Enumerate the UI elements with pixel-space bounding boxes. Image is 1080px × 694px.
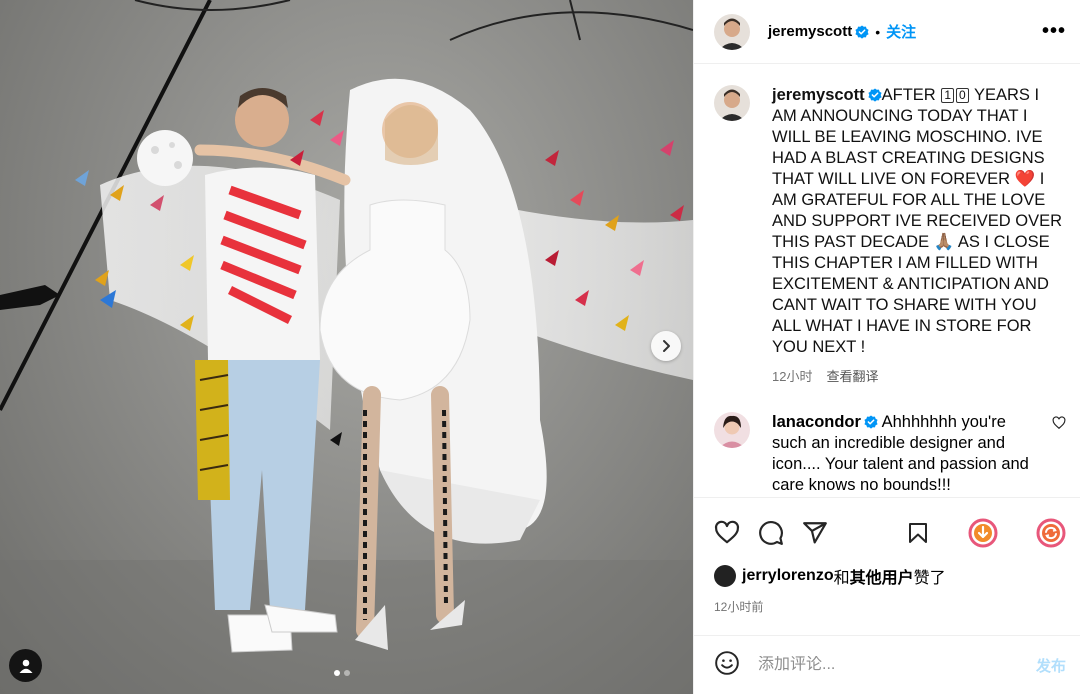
other-likers-link[interactable]: 其他用户 — [850, 564, 914, 588]
carousel-dot-active — [334, 670, 340, 676]
pray-emoji: 🙏🏽 — [933, 233, 955, 251]
likes-suffix: 赞了 — [913, 570, 946, 587]
share-send-icon[interactable] — [802, 520, 828, 546]
post-media[interactable] — [0, 0, 693, 694]
liker-username[interactable]: jerrylorenzo — [742, 567, 834, 585]
emoji-icon[interactable] — [714, 650, 740, 681]
keycap-digit: 1 — [941, 88, 954, 103]
post-photo — [0, 0, 693, 694]
download-extension-icon[interactable] — [968, 518, 998, 548]
comment-body: lanacondor Ahhhhhhh you're such an incre… — [772, 412, 1044, 496]
post-side-panel: jeremyscott • 关注 ••• jeremyscott AFTER 10… — [693, 0, 1080, 694]
comment-item: lanacondor Ahhhhhhh you're such an incre… — [694, 387, 1080, 496]
tagged-users-button[interactable] — [9, 649, 42, 682]
add-comment-bar: 发布 — [694, 635, 1080, 694]
commenter-username[interactable]: lanacondor — [772, 413, 861, 431]
keycap-digit: 0 — [956, 88, 969, 103]
likes-connector: 和 — [833, 570, 850, 587]
commenter-avatar[interactable] — [714, 412, 750, 448]
verified-badge-icon — [855, 24, 869, 39]
user-icon — [19, 659, 32, 673]
post-actions: jerrylorenzo 和其他用户 赞了 12小时前 — [694, 497, 1080, 627]
caption-text-start: AFTER — [881, 86, 941, 104]
caption-body: jeremyscott AFTER 10 YEARS I AM ANNOUNCIN… — [772, 85, 1066, 387]
caption-username[interactable]: jeremyscott — [772, 86, 865, 104]
liker-avatar — [714, 565, 736, 587]
post-comment-button[interactable]: 发布 — [1036, 655, 1066, 676]
header-separator: • — [875, 23, 881, 40]
like-heart-icon[interactable] — [714, 520, 740, 546]
caption-time: 12小时 — [772, 369, 813, 384]
carousel-dot — [344, 670, 350, 676]
comments-list[interactable]: jeremyscott AFTER 10 YEARS I AM ANNOUNCIN… — [694, 65, 1080, 497]
action-icon-row — [694, 498, 1080, 554]
post-caption: jeremyscott AFTER 10 YEARS I AM ANNOUNCIN… — [694, 65, 1080, 387]
save-bookmark-icon[interactable] — [906, 520, 930, 546]
caption-author-avatar[interactable] — [714, 85, 750, 121]
comment-bubble-icon[interactable] — [758, 520, 784, 546]
see-translation-link[interactable]: 查看翻译 — [826, 369, 878, 384]
add-comment-input[interactable] — [758, 656, 1036, 674]
follow-button[interactable]: 关注 — [886, 21, 916, 42]
heart-emoji: ❤️ — [1014, 170, 1036, 188]
caption-text: AS I CLOSE THIS CHAPTER I AM FILLED WITH… — [772, 233, 1050, 356]
verified-badge-icon — [868, 88, 882, 102]
caption-meta: 12小时 查看翻译 — [772, 366, 1066, 387]
carousel-dots — [334, 670, 350, 676]
author-username[interactable]: jeremyscott — [768, 23, 852, 40]
action-icons-right — [906, 518, 1066, 548]
comment-like-heart-icon[interactable] — [1052, 416, 1066, 430]
more-options-icon[interactable]: ••• — [1042, 20, 1066, 43]
verified-badge-icon — [864, 415, 878, 429]
author-avatar[interactable] — [714, 13, 750, 50]
post-header: jeremyscott • 关注 ••• — [694, 0, 1080, 64]
carousel-next-button[interactable] — [651, 331, 681, 361]
repost-extension-icon[interactable] — [1036, 518, 1066, 548]
chevron-right-icon — [663, 340, 670, 352]
post-timestamp: 12小时前 — [714, 600, 764, 614]
likes-summary[interactable]: jerrylorenzo 和其他用户 赞了 — [694, 554, 1080, 588]
